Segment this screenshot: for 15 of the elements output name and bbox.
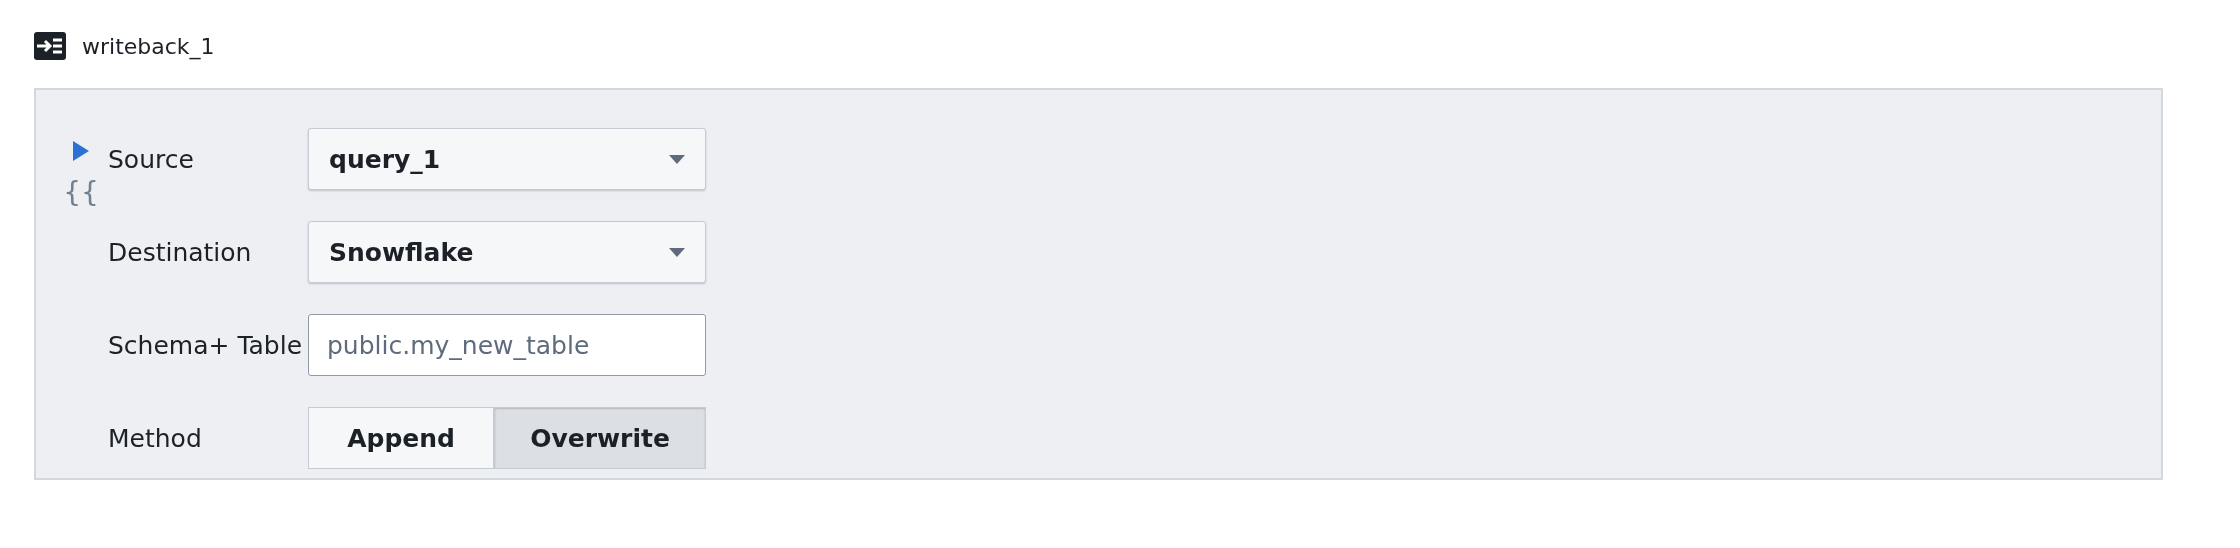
caret-icon: [669, 247, 685, 257]
field-label: Source: [108, 144, 195, 174]
block-title: writeback_1: [82, 33, 215, 59]
field-label: Schema+ Table: [108, 330, 304, 360]
template-mark: {{: [63, 176, 99, 209]
dropdown[interactable]: query_1: [308, 128, 706, 190]
field-label: Method: [108, 423, 203, 453]
method-option[interactable]: Append: [308, 407, 495, 469]
method-option[interactable]: Overwrite: [494, 407, 706, 469]
run-icon[interactable]: [72, 140, 90, 162]
field-label: Destination: [108, 237, 253, 267]
input-field[interactable]: public.my_new_table: [308, 314, 706, 376]
caret-icon: [669, 154, 685, 164]
writeback-icon: [34, 32, 66, 60]
dropdown[interactable]: Snowflake: [308, 221, 706, 283]
